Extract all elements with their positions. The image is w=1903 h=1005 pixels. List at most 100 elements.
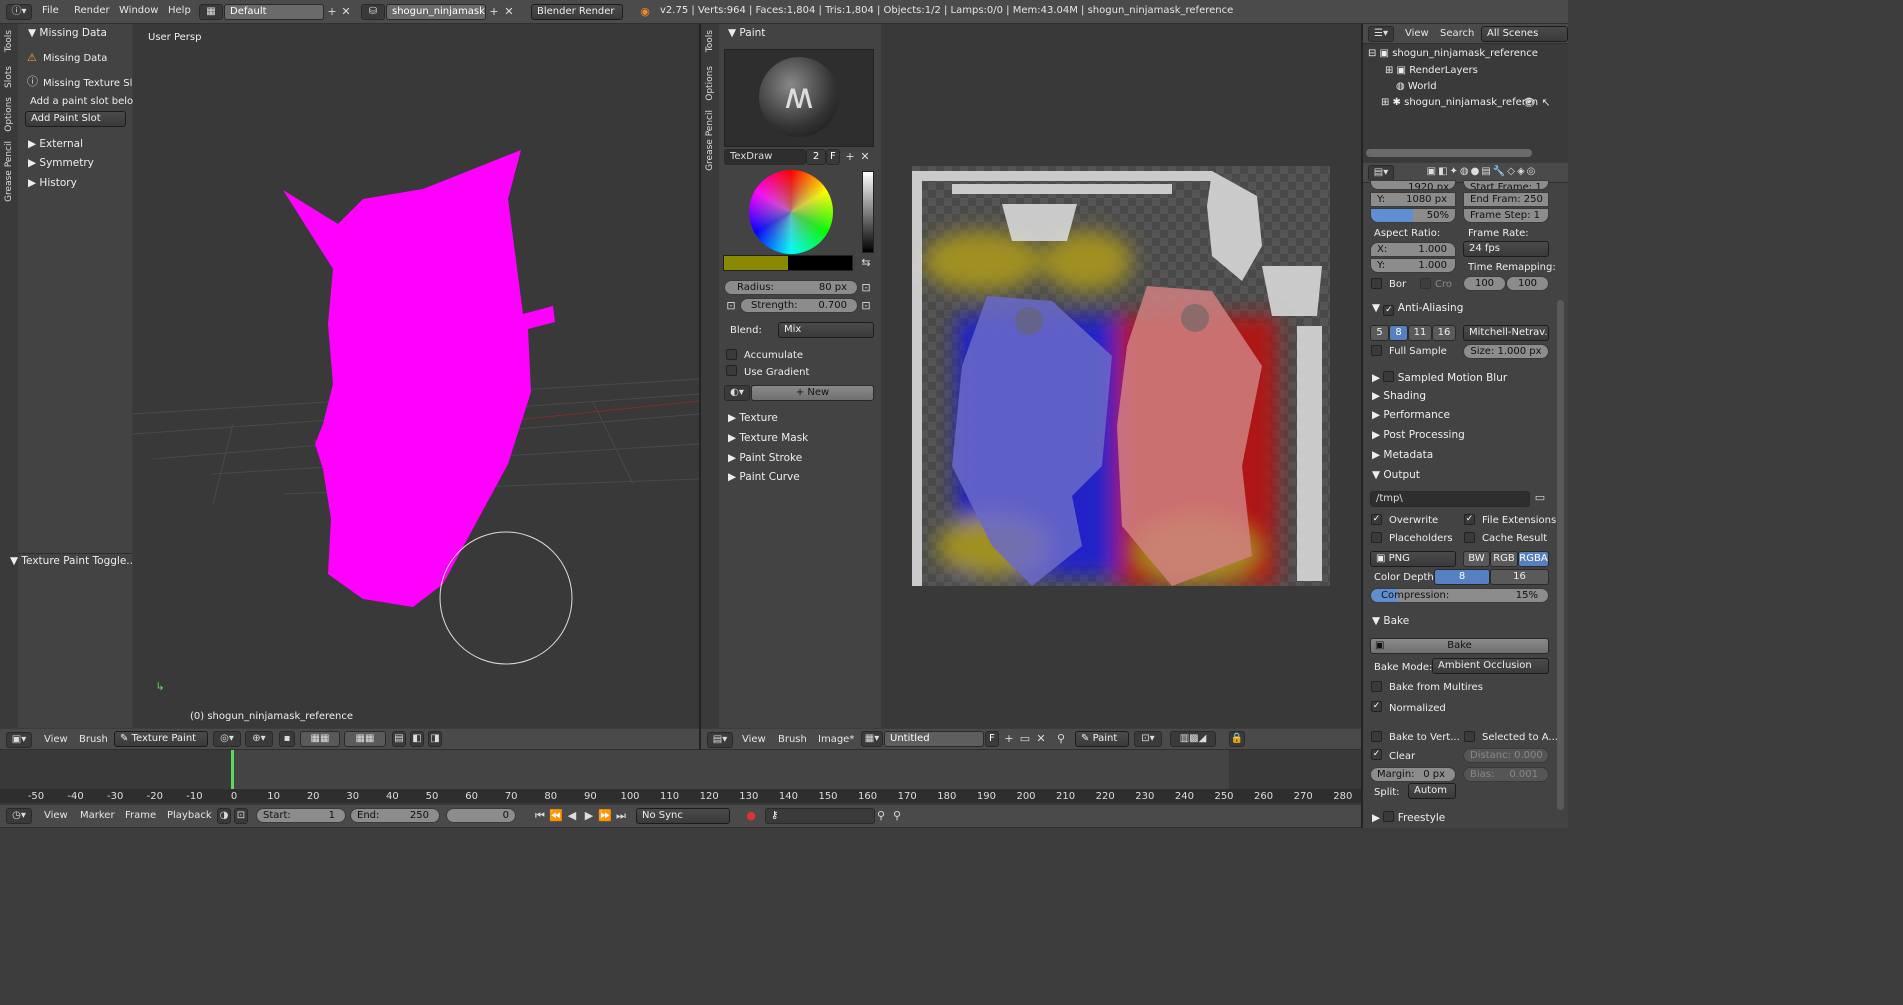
color-mode-rgb[interactable]: RGB	[1490, 551, 1518, 567]
color-mode-bw[interactable]: BW	[1463, 551, 1490, 567]
aspect-y-field[interactable]: Y: 1.000	[1370, 258, 1456, 273]
color-swatch[interactable]	[723, 255, 853, 271]
open-image-icon[interactable]: ▭	[1018, 732, 1032, 746]
play-icon[interactable]: ▶	[582, 809, 596, 823]
mode-dropdown[interactable]: ✎ Texture Paint	[114, 731, 208, 747]
blend-dropdown[interactable]: Mix	[778, 322, 874, 338]
render-preview-button[interactable]: ▤	[392, 731, 406, 747]
menu-search-outliner[interactable]: Search	[1440, 28, 1474, 39]
select-cursor-icon[interactable]: ↖	[1539, 96, 1553, 110]
tab-options[interactable]: Options	[4, 97, 14, 132]
palette-browse-button[interactable]: ◐▾	[724, 385, 750, 401]
mask-button[interactable]: ▪	[279, 731, 295, 747]
menu-playback[interactable]: Playback	[167, 810, 212, 821]
brush-fake-user-toggle[interactable]: F	[826, 149, 840, 165]
crop-checkbox[interactable]	[1420, 278, 1431, 289]
menu-view-3d[interactable]: View	[44, 734, 68, 745]
menu-frame[interactable]: Frame	[125, 810, 156, 821]
aa-samples-5[interactable]: 5	[1370, 325, 1389, 341]
panel-metadata[interactable]: ▶ Metadata	[1372, 449, 1433, 461]
outliner-scrollbar[interactable]	[1366, 149, 1532, 157]
editor-type-3d-button[interactable]: ▣▾	[6, 732, 32, 748]
remove-layout-icon[interactable]: ✕	[339, 5, 353, 19]
new-image-icon[interactable]: +	[1002, 732, 1016, 746]
resolution-y-field[interactable]: Y: 1080 px	[1370, 192, 1456, 207]
resolution-percent-slider[interactable]: 50%	[1370, 208, 1456, 223]
draw-channels-button[interactable]: ▥▩◢	[1170, 731, 1216, 747]
color-mode-rgba[interactable]: RGBA	[1518, 551, 1549, 567]
delete-keyframe-icon[interactable]: ⚲	[890, 809, 904, 823]
texture-paint-toggle-panel[interactable]: ▼ Texture Paint Toggle...	[10, 555, 136, 567]
bake-to-vertex-checkbox[interactable]	[1371, 731, 1382, 742]
brush-name-field[interactable]: TexDraw	[724, 149, 806, 165]
unlink-image-icon[interactable]: ✕	[1034, 732, 1048, 746]
end-frame-timeline[interactable]: End: 250	[350, 808, 440, 823]
tab-slots[interactable]: Slots	[4, 66, 14, 88]
selected-to-active-checkbox[interactable]	[1464, 731, 1475, 742]
pivot-button[interactable]: ⊕▾	[245, 731, 273, 747]
menu-brush-3d[interactable]: Brush	[79, 734, 108, 745]
editor-type-image-button[interactable]: ▤▾	[707, 732, 733, 748]
menu-file[interactable]: File	[42, 5, 59, 16]
insert-keyframe-icon[interactable]: ⚲	[874, 809, 888, 823]
play-reverse-icon[interactable]: ◀	[565, 809, 579, 823]
new-palette-button[interactable]: + New	[751, 385, 874, 401]
visibility-eye-icon[interactable]: 👁	[1522, 96, 1536, 110]
remove-scene-icon[interactable]: ✕	[502, 5, 516, 19]
brush-users-field[interactable]: 2	[806, 149, 826, 165]
menu-window[interactable]: Window	[119, 5, 158, 16]
prev-keyframe-icon[interactable]: ⏪	[549, 809, 563, 823]
aa-samples-11[interactable]: 11	[1408, 325, 1432, 341]
output-panel-header[interactable]: ▼ Output	[1372, 469, 1420, 481]
record-icon[interactable]: ●	[744, 809, 758, 823]
panel-history[interactable]: ▶ History	[28, 177, 77, 189]
menu-brush-image[interactable]: Brush	[778, 734, 807, 745]
panel-symmetry[interactable]: ▶ Symmetry	[28, 157, 94, 169]
add-paint-slot-dropdown[interactable]: Add Paint Slot	[25, 111, 126, 127]
color-depth-16[interactable]: 16	[1490, 569, 1549, 585]
bake-button[interactable]: ▣ Bake	[1370, 638, 1549, 654]
menu-help[interactable]: Help	[168, 5, 191, 16]
tab-tools-image[interactable]: Tools	[705, 30, 715, 52]
frame-rate-dropdown[interactable]: 24 fps	[1463, 241, 1549, 257]
tab-options-image[interactable]: Options	[705, 66, 715, 101]
snapshot-button[interactable]: ◧	[410, 731, 424, 747]
shading-button[interactable]: ◎▾	[213, 731, 241, 747]
menu-image[interactable]: Image*	[818, 734, 854, 745]
image-name-field[interactable]: Untitled	[884, 731, 984, 747]
add-layout-icon[interactable]: +	[325, 5, 339, 19]
panel-freestyle[interactable]: ▶ Freestyle	[1372, 810, 1445, 824]
panel-paint-curve[interactable]: ▶ Paint Curve	[728, 471, 800, 483]
border-checkbox[interactable]	[1371, 278, 1382, 289]
screen-layout-field[interactable]: Default	[224, 4, 324, 20]
missing-data-panel-header[interactable]: ▼ Missing Data	[28, 27, 107, 39]
aa-filter-dropdown[interactable]: Mitchell-Netrav...	[1463, 325, 1549, 341]
menu-view-outliner[interactable]: View	[1405, 28, 1429, 39]
accumulate-checkbox[interactable]	[726, 349, 737, 360]
color-depth-8[interactable]: 8	[1434, 569, 1490, 585]
start-frame-timeline[interactable]: Start: 1	[256, 808, 346, 823]
tab-grease-pencil[interactable]: Grease Pencil	[4, 141, 14, 202]
current-frame-indicator[interactable]	[231, 750, 234, 792]
start-frame-field[interactable]: Start Frame: 1	[1463, 180, 1549, 190]
panel-post-processing[interactable]: ▶ Post Processing	[1372, 429, 1465, 441]
tab-grease-pencil-image[interactable]: Grease Pencil	[705, 110, 715, 171]
placeholders-checkbox[interactable]	[1371, 532, 1382, 543]
panel-texture-mask[interactable]: ▶ Texture Mask	[728, 432, 808, 444]
resolution-x-field[interactable]: 1920 px	[1370, 180, 1456, 190]
panel-texture[interactable]: ▶ Texture	[728, 412, 778, 424]
menu-render[interactable]: Render	[74, 5, 110, 16]
properties-scrollbar[interactable]	[1557, 300, 1564, 810]
add-scene-icon[interactable]: +	[487, 5, 501, 19]
editor-type-timeline-button[interactable]: ◷▾	[6, 808, 32, 824]
full-sample-checkbox[interactable]	[1371, 345, 1382, 356]
browse-folder-icon[interactable]: ▭	[1532, 491, 1548, 505]
properties-context-tabs[interactable]: ▣◧✦◍●▤🔧◇◈◎	[1398, 165, 1566, 179]
outliner-scene-item[interactable]: ⊟ ▣ shogun_ninjamask_reference	[1368, 48, 1538, 59]
margin-field[interactable]: Margin: 0 px	[1370, 767, 1456, 782]
panel-shading[interactable]: ▶ Shading	[1372, 390, 1426, 402]
strength-slider[interactable]: Strength: 0.700	[740, 298, 858, 313]
current-frame-field[interactable]: 0	[446, 808, 516, 823]
keying-set-field[interactable]: ⚷	[765, 808, 875, 824]
image-mode-dropdown[interactable]: ✎ Paint	[1075, 731, 1129, 747]
